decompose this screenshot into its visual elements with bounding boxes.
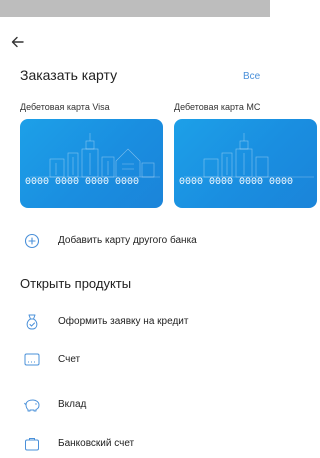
card-city-illustration [184,133,314,178]
plus-circle-icon [24,233,40,249]
order-card-heading: Заказать карту [20,67,118,83]
piggy-bank-icon [24,399,40,412]
card-city-illustration [30,133,160,178]
product-label: Оформить заявку на кредит [58,316,189,327]
product-item-credit-request[interactable]: Оформить заявку на кредит [0,310,270,336]
open-products-heading: Открыть продукты [20,276,132,291]
card-mc[interactable]: 0000 0000 0000 0000 [174,119,317,208]
credit-request-icon [26,314,38,330]
account-icon [24,353,40,366]
add-card-label: Добавить карту другого банка [58,235,197,246]
card-number: 0000 0000 0000 0000 [179,177,294,188]
briefcase-icon [25,438,39,451]
product-item-deposit[interactable]: Вклад [0,393,270,419]
status-bar [0,0,270,17]
product-item-account[interactable]: Счет [0,348,270,374]
all-cards-link[interactable]: Все [243,71,260,82]
card-label-mc: Дебетовая карта МС [174,102,261,112]
add-other-bank-card-button[interactable]: Добавить карту другого банка [0,229,270,255]
product-label: Счет [58,354,81,365]
back-arrow-icon[interactable] [9,33,27,51]
card-number: 0000 0000 0000 0000 [25,177,140,188]
card-label-visa: Дебетовая карта Visa [20,102,110,112]
card-visa[interactable]: 0000 0000 0000 0000 [20,119,163,208]
product-label: Банковский счет [58,438,135,449]
product-label: Вклад [58,399,87,410]
product-item-bank-account[interactable]: Банковский счет [0,432,270,458]
